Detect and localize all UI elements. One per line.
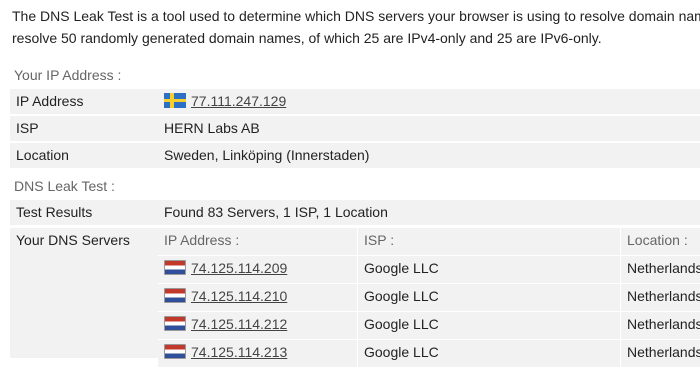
server-location: Netherlands [627, 260, 700, 276]
dns-section-heading: DNS Leak Test : [14, 178, 115, 194]
test-results-value: Found 83 Servers, 1 ISP, 1 Location [164, 204, 388, 220]
table-row: 74.125.114.209 Google LLC Netherlands [158, 256, 700, 284]
dns-servers-block: Your DNS Servers IP Address : ISP : Loca… [10, 228, 700, 368]
server-ip-link[interactable]: 74.125.114.213 [191, 344, 287, 360]
intro-text: The DNS Leak Test is a tool used to dete… [12, 6, 700, 50]
test-results-label: Test Results [16, 204, 93, 220]
server-isp: Google LLC [364, 288, 439, 304]
intro-line-1: The DNS Leak Test is a tool used to dete… [12, 8, 700, 24]
netherlands-flag-icon [164, 316, 186, 331]
column-isp: ISP : [364, 232, 395, 248]
dns-servers-table: IP Address : ISP : Location : 74.125.114… [158, 228, 700, 368]
netherlands-flag-icon [164, 260, 186, 275]
ip-address-link[interactable]: 77.111.247.129 [191, 93, 286, 109]
server-isp: Google LLC [364, 344, 439, 360]
column-ip-address: IP Address : [164, 232, 240, 248]
dns-servers-label: Your DNS Servers [16, 232, 130, 248]
netherlands-flag-icon [164, 344, 186, 359]
ip-section-heading: Your IP Address : [14, 67, 122, 83]
server-ip-link[interactable]: 74.125.114.209 [191, 260, 287, 276]
table-row: 74.125.114.212 Google LLC Netherlands [158, 312, 700, 340]
location-value: Sweden, Linköping (Innerstaden) [164, 147, 370, 163]
isp-value: HERN Labs AB [164, 120, 260, 136]
ip-address-label: IP Address [16, 93, 84, 109]
table-row: 74.125.114.210 Google LLC Netherlands [158, 284, 700, 312]
location-row: Location Sweden, Linköping (Innerstaden) [10, 143, 700, 168]
location-label: Location [16, 147, 69, 163]
intro-line-2: resolve 50 randomly generated domain nam… [12, 30, 602, 46]
netherlands-flag-icon [164, 288, 186, 303]
server-ip-link[interactable]: 74.125.114.212 [191, 316, 287, 332]
ip-address-value: 77.111.247.129 [164, 93, 286, 109]
table-row: 74.125.114.213 Google LLC Netherlands [158, 340, 700, 368]
isp-row: ISP HERN Labs AB [10, 116, 700, 141]
ip-address-row: IP Address 77.111.247.129 [10, 89, 700, 114]
server-location: Netherlands [627, 316, 700, 332]
isp-label: ISP [16, 120, 39, 136]
server-location: Netherlands [627, 288, 700, 304]
test-results-row: Test Results Found 83 Servers, 1 ISP, 1 … [10, 200, 700, 225]
server-isp: Google LLC [364, 316, 439, 332]
dns-table-header: IP Address : ISP : Location : [158, 228, 700, 256]
column-location: Location : [627, 232, 688, 248]
server-location: Netherlands [627, 344, 700, 360]
sweden-flag-icon [164, 93, 186, 108]
server-isp: Google LLC [364, 260, 439, 276]
server-ip-link[interactable]: 74.125.114.210 [191, 288, 287, 304]
